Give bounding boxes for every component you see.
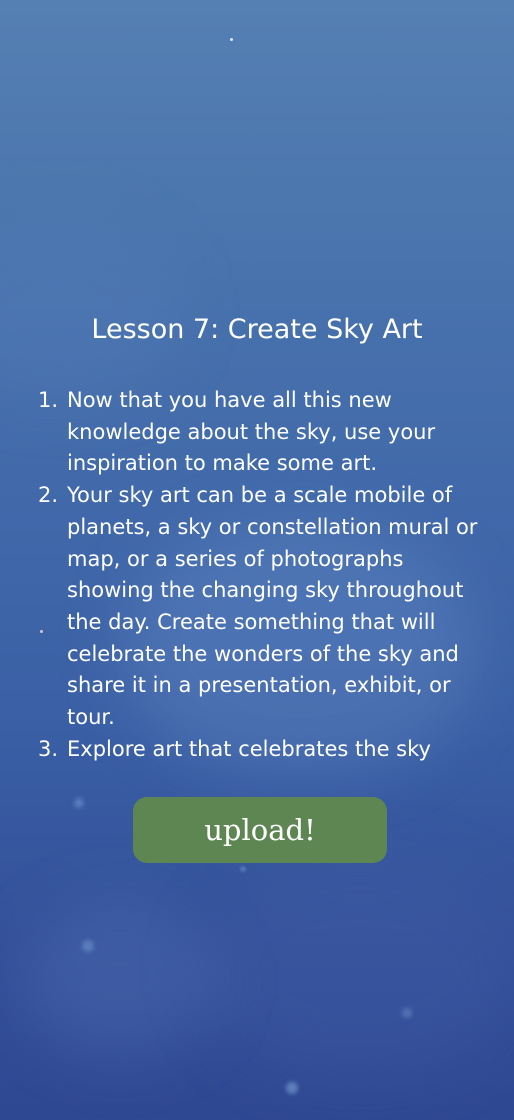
lesson-step: 1. Now that you have all this new knowle…	[38, 385, 484, 480]
step-number: 3.	[38, 736, 59, 761]
star-sparkle	[230, 38, 233, 41]
star-sparkle	[240, 866, 246, 872]
step-number: 2.	[38, 483, 59, 508]
star-sparkle	[402, 1008, 412, 1018]
lesson-title: Lesson 7: Create Sky Art	[91, 314, 423, 345]
step-text: Explore art that celebrates the sky	[67, 736, 431, 761]
lesson-step: 2. Your sky art can be a scale mobile of…	[38, 480, 484, 734]
star-sparkle	[286, 1082, 298, 1094]
lesson-steps-list: 1. Now that you have all this new knowle…	[38, 385, 484, 765]
lesson-step: 3. Explore art that celebrates the sky	[38, 734, 484, 766]
upload-button[interactable]: upload!	[133, 797, 387, 863]
step-text: Now that you have all this new knowledge…	[67, 388, 436, 476]
background-cloud	[20, 900, 220, 1060]
star-sparkle	[74, 798, 84, 808]
lesson-screen: Lesson 7: Create Sky Art 1. Now that you…	[0, 0, 514, 1120]
background-cloud	[0, 220, 180, 400]
step-number: 1.	[38, 388, 59, 412]
star-sparkle	[82, 940, 94, 952]
step-text: Your sky art can be a scale mobile of pl…	[67, 483, 478, 730]
background-cloud	[200, 860, 514, 1080]
